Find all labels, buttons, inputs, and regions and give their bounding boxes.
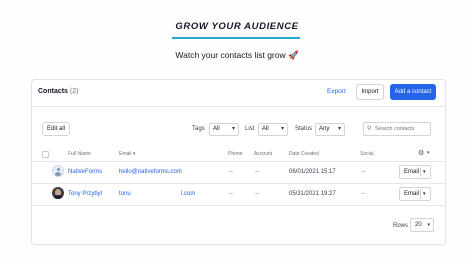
contact-date-created: 05/31/2021 19:27	[289, 191, 336, 197]
list-filter-value: All	[262, 126, 269, 132]
button-divider	[420, 167, 421, 177]
tags-filter-label: Tags	[192, 126, 205, 132]
title-underline	[172, 37, 300, 39]
filter-bar: Edit all Tags All ▾ List All ▾ Status An…	[32, 107, 445, 147]
status-filter-label: Status	[295, 126, 313, 132]
search-input[interactable]	[375, 124, 429, 134]
chevron-down-icon: ▾	[337, 126, 341, 132]
contacts-title-label: Contacts	[38, 88, 68, 95]
status-filter-value: Any	[319, 126, 330, 132]
chevron-down-icon: ▾	[231, 126, 235, 132]
chevron-down-icon: ▾	[280, 126, 284, 132]
export-link[interactable]: Export	[327, 88, 346, 95]
hero-subtitle: Watch your contacts list grow 🚀	[175, 50, 299, 60]
email-action-button[interactable]: Email ▾	[399, 165, 431, 179]
contact-email-part1[interactable]: tonu	[119, 191, 131, 197]
contacts-count: (2)	[69, 88, 79, 95]
tags-filter-value: All	[213, 126, 220, 132]
contact-email[interactable]: hello@nativeforms.com	[119, 169, 182, 175]
button-divider	[420, 189, 421, 199]
default-avatar-icon	[52, 165, 64, 177]
tags-filter-select[interactable]: All ▾	[209, 123, 239, 136]
status-filter-select[interactable]: Any ▾	[315, 123, 345, 136]
edit-all-button[interactable]: Edit all	[42, 122, 70, 136]
contact-name[interactable]: NativeForms	[68, 169, 102, 175]
contacts-card: Contacts (2) Export Import Add a contact…	[31, 79, 446, 245]
column-full-name[interactable]: Full Name	[68, 151, 91, 157]
sort-down-icon: ▾	[132, 151, 136, 157]
email-action-button[interactable]: Email ▾	[399, 187, 431, 201]
list-filter-select[interactable]: All ▾	[258, 123, 288, 136]
column-email-label: Email	[119, 151, 132, 157]
chevron-down-icon[interactable]: ▾	[423, 188, 426, 200]
contact-account: --	[255, 169, 259, 175]
contact-email-part2[interactable]: l.com	[181, 191, 195, 197]
email-action-label: Email	[404, 169, 420, 175]
rows-per-page-label: Rows	[393, 223, 409, 229]
card-header: Contacts (2) Export Import Add a contact	[32, 80, 445, 107]
contact-phone: --	[229, 169, 233, 175]
contact-social: --	[361, 191, 365, 197]
column-social[interactable]: Social	[360, 151, 374, 157]
contact-date-created: 06/01/2021 15:17	[289, 169, 336, 175]
contact-name[interactable]: Tony Przybyl	[68, 191, 102, 197]
chevron-down-icon: ▾	[427, 222, 430, 228]
gear-icon[interactable]: ⚙	[418, 149, 424, 157]
column-date-created[interactable]: Date Created	[289, 151, 319, 157]
column-account[interactable]: Account	[254, 151, 272, 157]
table-row[interactable]: NativeForms hello@nativeforms.com -- -- …	[32, 161, 445, 184]
column-email[interactable]: Email ▾	[119, 151, 135, 157]
table-row[interactable]: Tony Przybyl tonu l.com -- -- 05/31/2021…	[32, 183, 445, 206]
user-photo-avatar	[52, 187, 64, 199]
chevron-down-icon[interactable]: ▾	[427, 150, 430, 156]
import-button[interactable]: Import	[356, 84, 384, 100]
email-action-label: Email	[404, 191, 420, 197]
contact-social: --	[361, 169, 365, 175]
table-header: Full Name Email ▾ Phone Account Date Cre…	[32, 147, 445, 162]
add-contact-button[interactable]: Add a contact	[390, 84, 436, 100]
search-icon: ⚲	[367, 126, 372, 132]
rows-per-page-select[interactable]: 20 ▾	[410, 218, 434, 232]
contact-account: --	[255, 191, 259, 197]
list-filter-label: List	[245, 126, 255, 132]
select-all-checkbox[interactable]	[42, 151, 49, 158]
search-box: ⚲	[363, 122, 431, 136]
hero-title: GROW YOUR AUDIENCE	[175, 21, 299, 32]
column-phone[interactable]: Phone	[228, 151, 242, 157]
rows-per-page-value: 20	[415, 222, 422, 228]
contacts-title: Contacts (2)	[38, 88, 78, 95]
contact-phone: --	[229, 191, 233, 197]
chevron-down-icon[interactable]: ▾	[423, 166, 426, 178]
